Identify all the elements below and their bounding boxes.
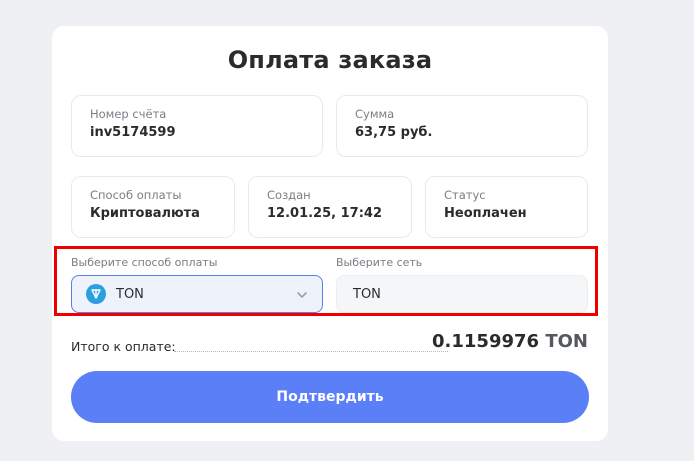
total-label: Итого к оплате: xyxy=(71,339,176,354)
sum-label: Сумма xyxy=(355,107,395,121)
confirm-button[interactable]: Подтвердить xyxy=(71,371,589,423)
total-amount: 0.1159976 TON xyxy=(432,331,588,352)
sum-box: Сумма 63,75 руб. xyxy=(336,95,588,157)
created-box: Создан 12.01.25, 17:42 xyxy=(248,176,412,238)
invoice-number-box: Номер счёта inv5174599 xyxy=(71,95,323,157)
created-label: Создан xyxy=(267,188,311,202)
total-amount-value: 0.1159976 xyxy=(432,331,540,352)
invoice-number-value: inv5174599 xyxy=(90,125,176,140)
invoice-number-label: Номер счёта xyxy=(90,107,167,121)
status-box: Статус Неоплачен xyxy=(425,176,588,238)
total-dotted-leader xyxy=(174,351,448,352)
payment-method-value: Криптовалюта xyxy=(90,206,200,221)
created-value: 12.01.25, 17:42 xyxy=(267,206,382,221)
sum-value: 63,75 руб. xyxy=(355,125,433,140)
payment-method-box: Способ оплаты Криптовалюта xyxy=(71,176,235,238)
payment-method-label: Способ оплаты xyxy=(90,188,182,202)
status-label: Статус xyxy=(444,188,486,202)
page-title: Оплата заказа xyxy=(227,46,433,74)
total-currency: TON xyxy=(545,331,588,352)
status-value: Неоплачен xyxy=(444,206,527,221)
selection-highlight xyxy=(54,246,598,316)
